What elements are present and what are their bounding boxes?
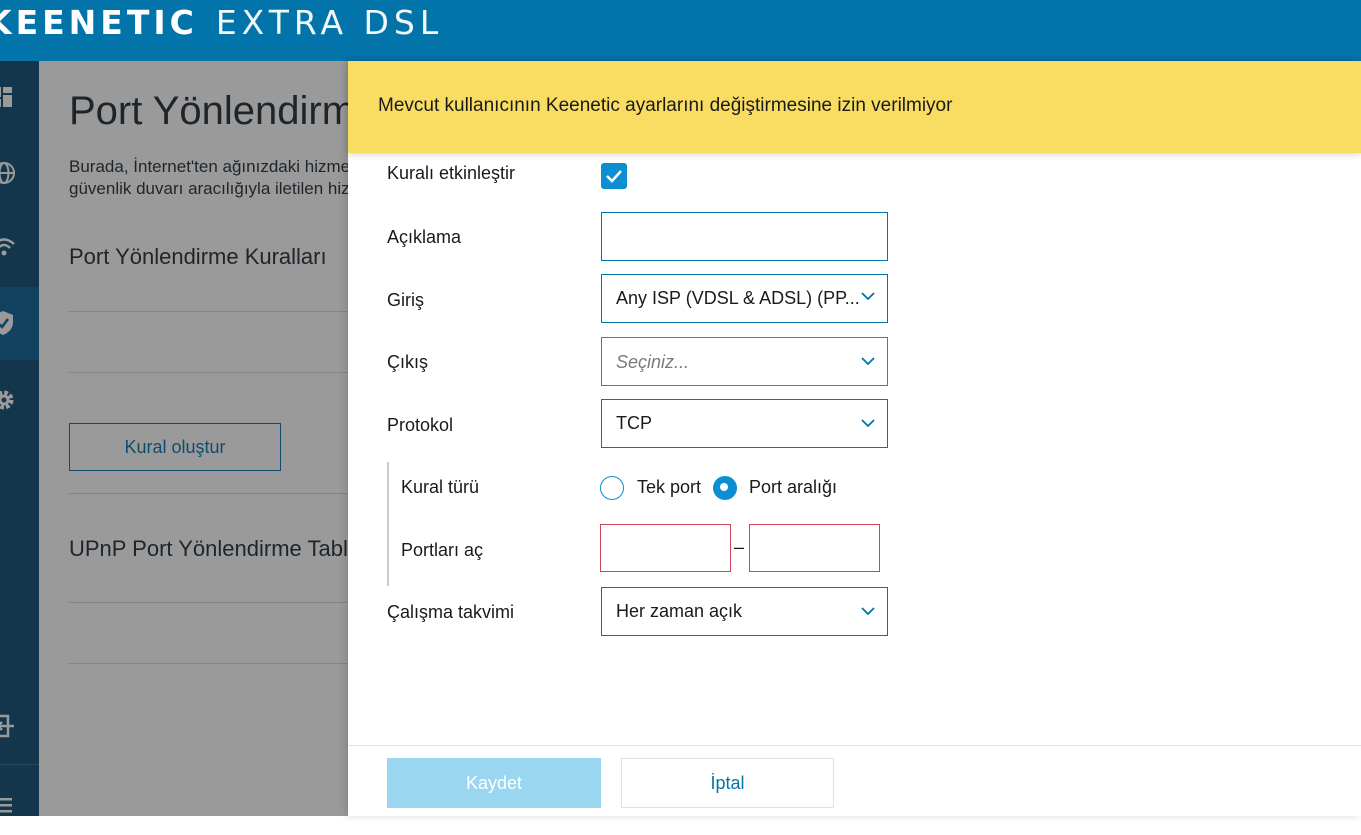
rule-type-label: Kural türü: [401, 477, 480, 497]
permission-warning-text: Mevcut kullanıcının Keenetic ayarlarını …: [378, 95, 953, 116]
input-interface-value: Any ISP (VDSL & ADSL) (PP...: [616, 288, 860, 308]
brand-logo: KEENETIC EXTRA DSL: [0, 4, 443, 42]
schedule-value: Her zaman açık: [616, 601, 743, 621]
save-button[interactable]: Kaydet: [387, 758, 601, 808]
description-input[interactable]: [601, 212, 888, 261]
rule-edit-panel: Mevcut kullanıcının Keenetic ayarlarını …: [348, 61, 1361, 816]
brand-name: KEENETIC: [0, 3, 198, 42]
input-label: Giriş: [387, 290, 424, 310]
enable-rule-label: Kuralı etkinleştir: [387, 163, 516, 183]
protocol-value: TCP: [616, 413, 652, 433]
checkmark-icon: [606, 170, 622, 183]
chevron-down-icon: [861, 357, 875, 366]
chevron-down-icon: [861, 419, 875, 428]
chevron-down-icon: [861, 607, 875, 616]
footer-divider: [348, 745, 1361, 746]
cancel-button[interactable]: İptal: [621, 758, 834, 808]
subsection-indicator: [387, 462, 389, 586]
schedule-label: Çalışma takvimi: [387, 602, 515, 622]
schedule-select[interactable]: Her zaman açık: [601, 587, 888, 636]
output-device-placeholder: Seçiniz...: [616, 352, 690, 372]
chevron-down-icon: [861, 292, 875, 301]
protocol-select[interactable]: TCP: [601, 399, 888, 448]
permission-warning-banner: Mevcut kullanıcının Keenetic ayarlarını …: [348, 61, 1361, 153]
port-range-separator: –: [734, 537, 745, 557]
brand-model: EXTRA DSL: [215, 3, 444, 42]
rule-type-range-radio[interactable]: [713, 476, 737, 500]
rule-type-single-label[interactable]: Tek port: [637, 477, 701, 498]
modal-backdrop[interactable]: [0, 61, 348, 816]
rule-type-single-radio[interactable]: [600, 476, 624, 500]
input-interface-select[interactable]: Any ISP (VDSL & ADSL) (PP...: [601, 274, 888, 323]
protocol-label: Protokol: [387, 415, 454, 435]
enable-rule-checkbox[interactable]: [601, 163, 627, 189]
port-to-input[interactable]: [749, 524, 880, 572]
top-bar: KEENETIC EXTRA DSL: [0, 0, 1361, 61]
description-label: Açıklama: [387, 227, 462, 247]
output-label: Çıkış: [387, 352, 429, 372]
rule-type-range-label[interactable]: Port aralığı: [749, 477, 837, 498]
open-ports-label: Portları aç: [401, 540, 484, 560]
output-device-select[interactable]: Seçiniz...: [601, 337, 888, 386]
port-from-input[interactable]: [600, 524, 731, 572]
